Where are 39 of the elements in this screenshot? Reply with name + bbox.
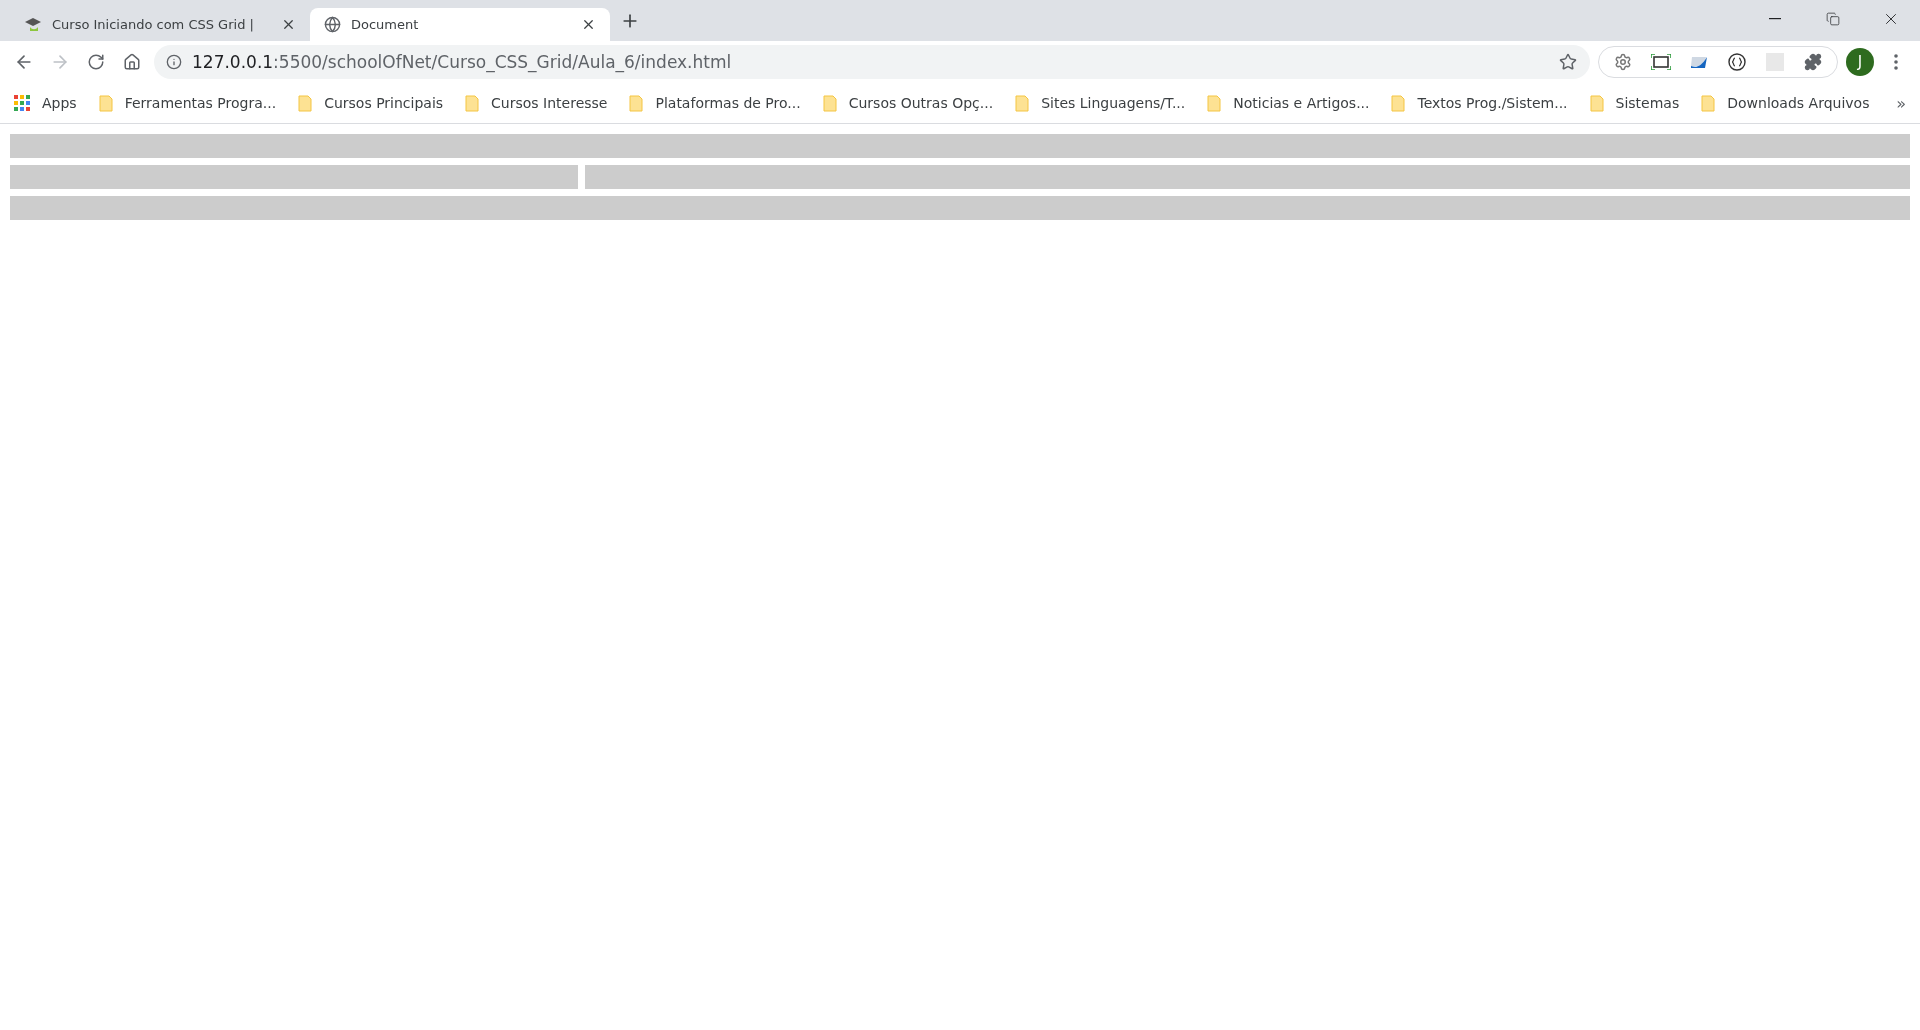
folder-icon bbox=[1207, 94, 1222, 112]
url-text: 127.0.0.1:5500/schoolOfNet/Curso_CSS_Grid/Aula_6/index.html bbox=[192, 52, 733, 72]
bookmark-folder[interactable]: Downloads Arquivos bbox=[1701, 94, 1870, 112]
home-icon bbox=[123, 53, 141, 71]
bookmark-folder[interactable]: Sistemas bbox=[1589, 94, 1680, 112]
reload-icon bbox=[87, 53, 105, 71]
bookmark-folder[interactable]: Sites Linguagens/T... bbox=[1015, 94, 1186, 112]
bookmark-folder[interactable]: Noticias e Artigos... bbox=[1207, 94, 1370, 112]
bookmarks-overflow-button[interactable]: » bbox=[1896, 93, 1906, 113]
folder-icon bbox=[1701, 94, 1716, 112]
star-icon bbox=[1559, 53, 1577, 71]
folder-icon bbox=[1589, 94, 1604, 112]
more-icon bbox=[1894, 54, 1898, 70]
apps-link[interactable]: Apps bbox=[14, 95, 77, 111]
bookmark-folder[interactable]: Cursos Outras Opç... bbox=[822, 94, 994, 112]
minimize-icon bbox=[1769, 18, 1781, 20]
graduation-cap-icon bbox=[24, 15, 42, 34]
tab-title: Document bbox=[351, 17, 420, 32]
tab-title: Curso Iniciando com CSS Grid | bbox=[52, 17, 255, 32]
bookmark-folder[interactable]: Cursos Interesse bbox=[465, 94, 608, 112]
bookmark-folder[interactable]: Textos Prog./Sistem... bbox=[1391, 94, 1568, 112]
bookmark-folder[interactable]: Plataformas de Pro... bbox=[629, 94, 801, 112]
bookmark-folder[interactable]: Ferramentas Progra... bbox=[98, 94, 277, 112]
globe-icon bbox=[324, 16, 341, 33]
profile-avatar[interactable]: J bbox=[1846, 48, 1874, 76]
browser-tab[interactable]: Curso Iniciando com CSS Grid | bbox=[10, 8, 310, 41]
address-bar[interactable]: 127.0.0.1:5500/schoolOfNet/Curso_CSS_Grid/Aula_6/index.html bbox=[154, 45, 1590, 79]
folder-icon bbox=[822, 94, 837, 112]
browser-tab[interactable]: Document bbox=[310, 8, 610, 41]
folder-icon bbox=[465, 94, 480, 112]
folder-icon bbox=[1015, 94, 1030, 112]
folder-icon bbox=[629, 94, 644, 112]
folder-icon bbox=[98, 94, 113, 112]
folder-icon bbox=[1391, 94, 1406, 112]
folder-icon bbox=[298, 94, 313, 112]
apps-grid-icon bbox=[14, 95, 30, 111]
bookmark-folder[interactable]: Cursos Principais bbox=[298, 94, 444, 112]
info-icon bbox=[166, 54, 182, 70]
restore-icon bbox=[1826, 12, 1840, 26]
